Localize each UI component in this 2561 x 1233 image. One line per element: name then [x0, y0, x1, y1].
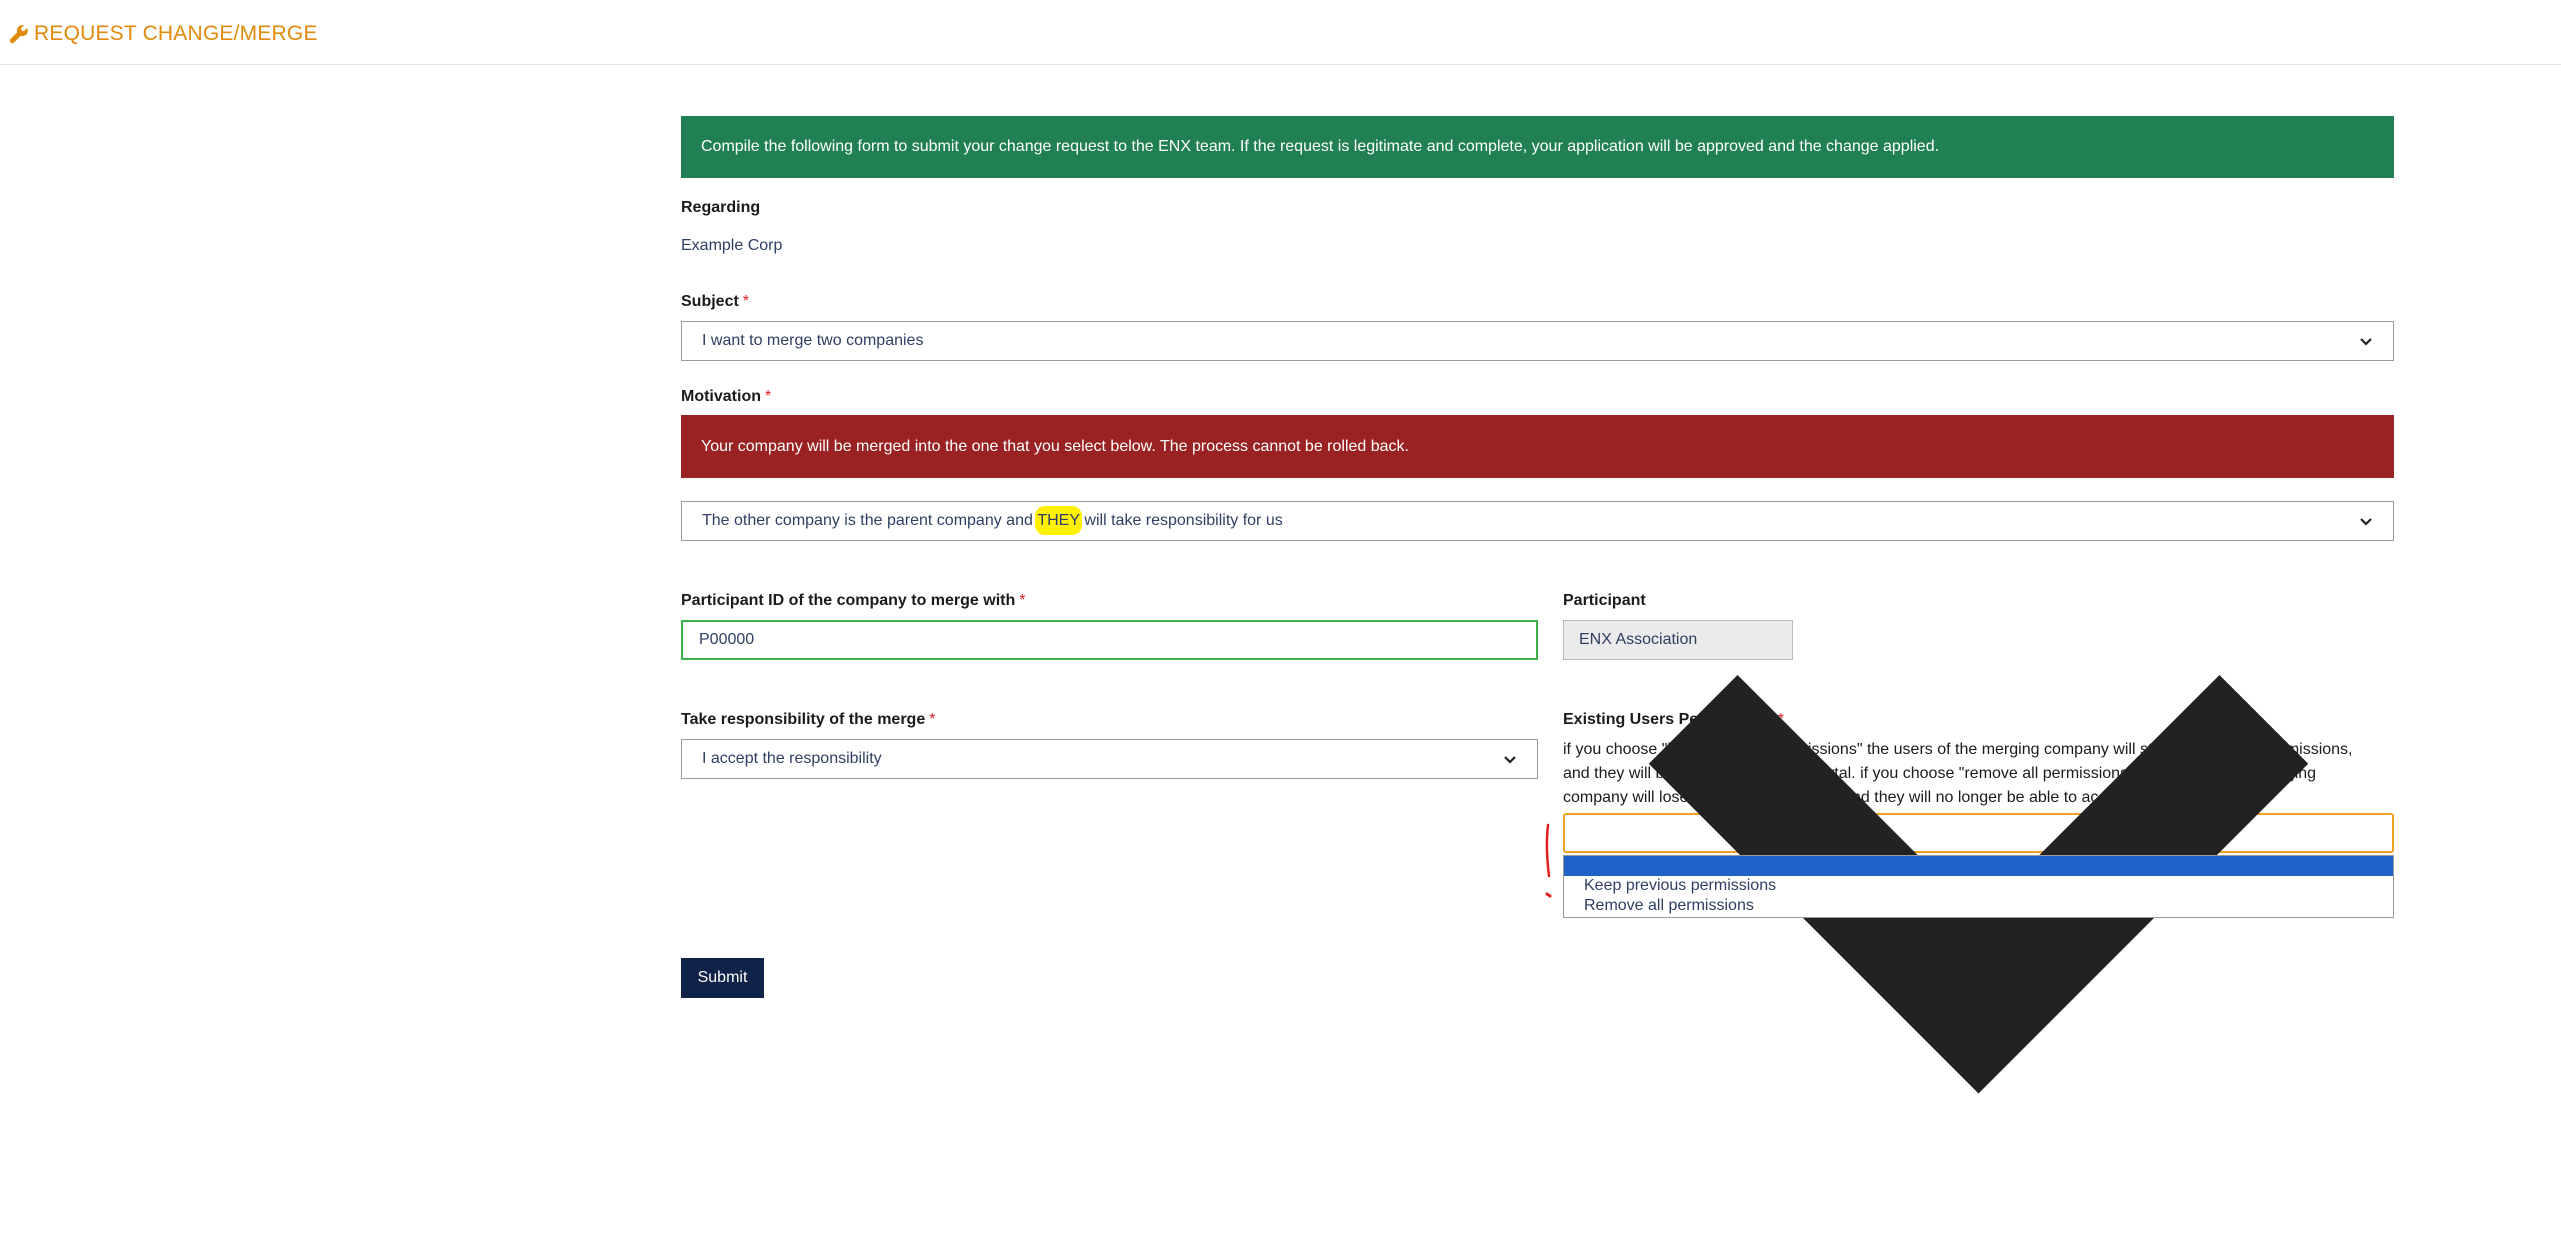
highlighted-word: THEY: [1035, 506, 1082, 535]
subject-label-text: Subject: [681, 293, 739, 310]
motivation-label-text: Motivation: [681, 388, 761, 405]
responsibility-select[interactable]: I accept the responsibility: [681, 739, 1538, 779]
chevron-down-icon: [1504, 756, 1516, 764]
merge-warning-text: Your company will be merged into the one…: [701, 437, 1409, 455]
participant-id-value: P00000: [699, 631, 755, 648]
required-marker: *: [929, 711, 936, 728]
permissions-select[interactable]: [1563, 674, 2394, 1093]
responsibility-selected: I accept the responsibility: [702, 750, 882, 767]
responsibility-label-text: Take responsibility of the merge: [681, 711, 926, 728]
participant-id-label: Participant ID of the company to merge w…: [681, 592, 1026, 610]
page-header: REQUEST CHANGE/MERGE: [0, 0, 2561, 65]
chevron-down-icon: [2360, 338, 2372, 346]
dropdown-option-keep-permissions[interactable]: Keep previous permissions: [1564, 876, 2393, 896]
participant-id-input[interactable]: P00000: [681, 620, 1538, 660]
subject-label: Subject *: [681, 293, 749, 311]
wrench-icon: [9, 25, 28, 44]
participant-id-label-text: Participant ID of the company to merge w…: [681, 592, 1016, 609]
annotation-exclamation-mark: [1545, 823, 1552, 898]
chevron-down-icon: [1648, 674, 2309, 1093]
required-marker: *: [742, 293, 750, 310]
page-title-text: REQUEST CHANGE/MERGE: [34, 22, 318, 45]
dropdown-option-blank[interactable]: [1564, 856, 2393, 876]
motivation-selected-before: The other company is the parent company …: [702, 512, 1038, 529]
responsibility-label: Take responsibility of the merge *: [681, 711, 935, 729]
required-marker: *: [1019, 592, 1026, 609]
submit-button[interactable]: Submit: [681, 958, 764, 998]
page-title: REQUEST CHANGE/MERGE: [9, 22, 318, 46]
dropdown-option-remove-permissions[interactable]: Remove all permissions: [1564, 896, 2393, 916]
regarding-label: Regarding: [681, 199, 761, 216]
motivation-selected: The other company is the parent company …: [702, 506, 1283, 535]
permissions-dropdown-list: Keep previous permissions Remove all per…: [1563, 855, 2394, 918]
subject-selected: I want to merge two companies: [702, 332, 924, 349]
regarding-value: Example Corp: [681, 237, 783, 254]
motivation-selected-after: will take responsibility for us: [1079, 512, 1283, 529]
motivation-label: Motivation *: [681, 388, 771, 406]
subject-select[interactable]: I want to merge two companies: [681, 321, 2394, 361]
info-banner: Compile the following form to submit you…: [681, 116, 2394, 178]
info-banner-text: Compile the following form to submit you…: [701, 138, 1940, 155]
required-marker: *: [765, 388, 772, 405]
